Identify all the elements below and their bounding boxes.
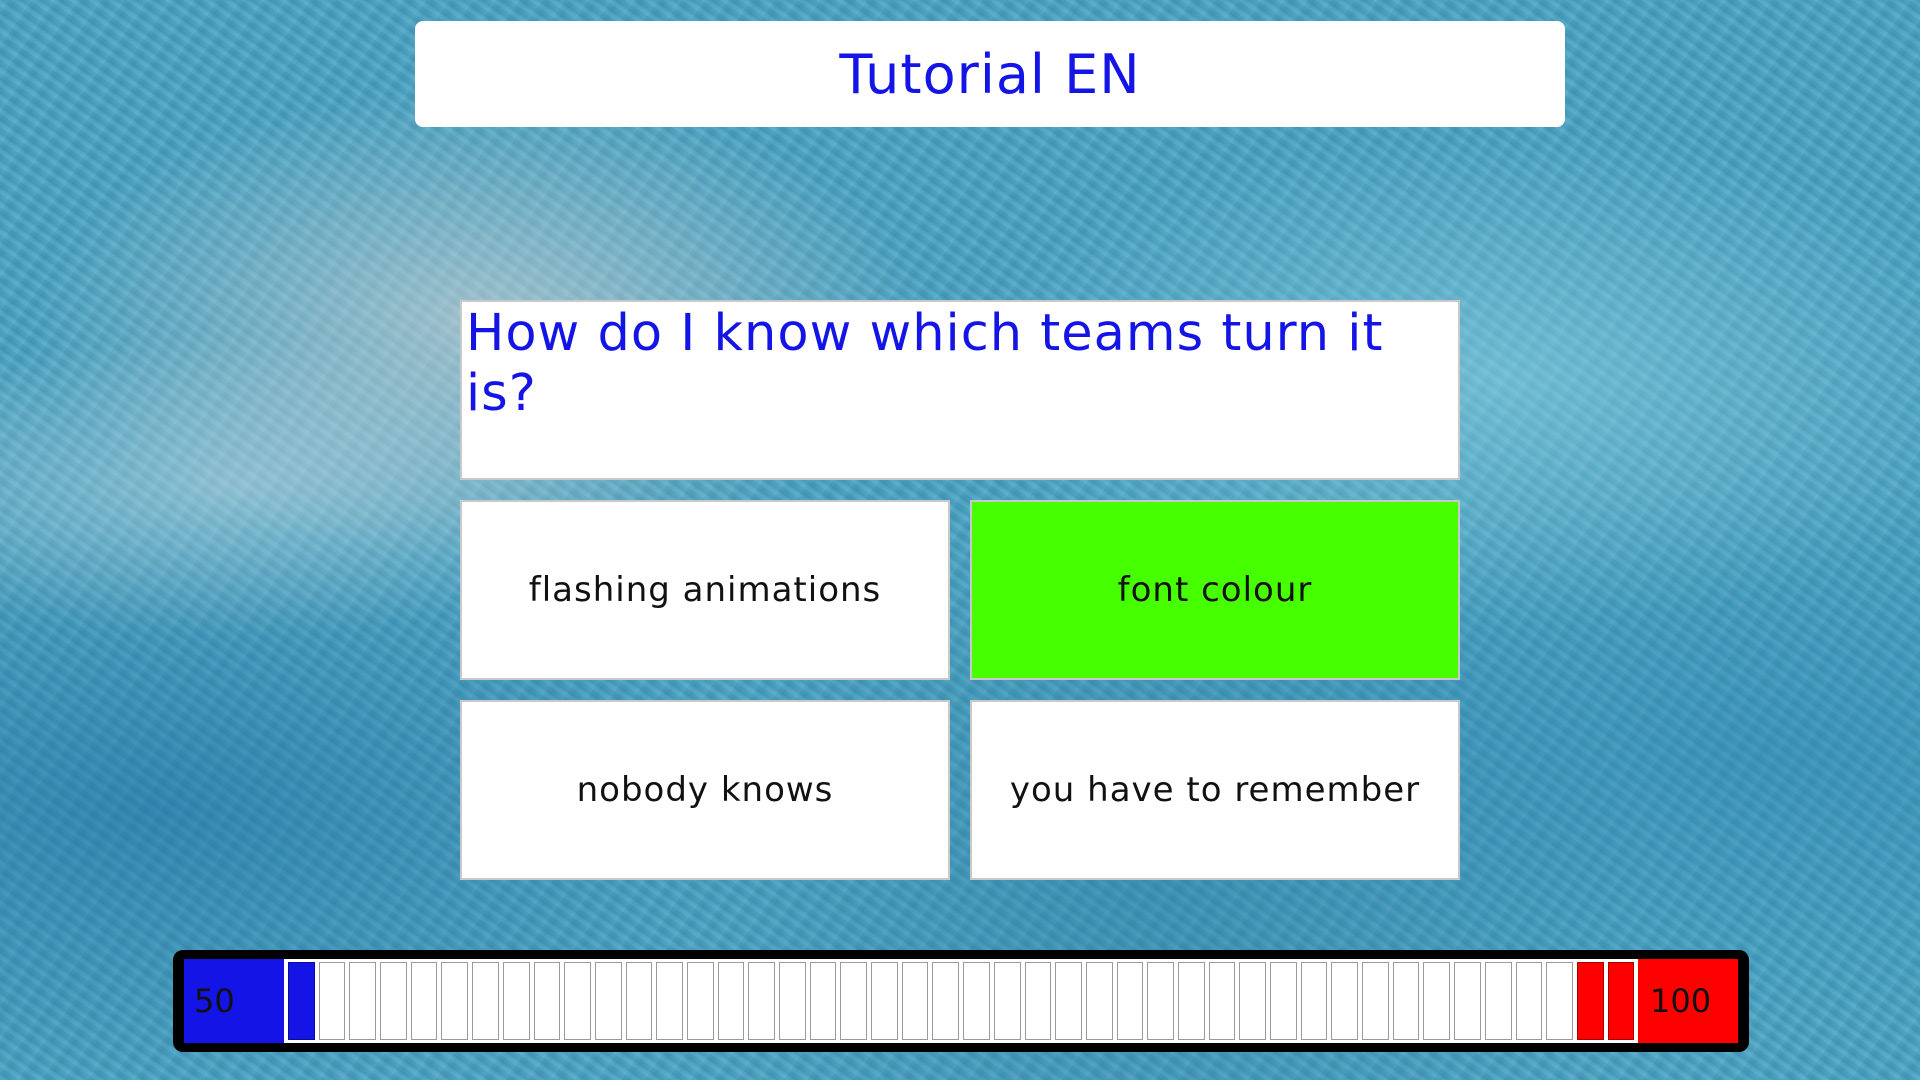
blue-team-score: 50 <box>184 959 284 1043</box>
progress-cell <box>472 962 499 1040</box>
progress-cell <box>901 962 929 1040</box>
progress-cell <box>1515 962 1543 1040</box>
progress-cell <box>1085 962 1113 1040</box>
progress-cell <box>1392 962 1420 1040</box>
progress-cell <box>349 962 377 1040</box>
progress-cell <box>1147 962 1174 1040</box>
red-team-score: 100 <box>1638 959 1738 1043</box>
progress-cell <box>318 962 346 1040</box>
progress-cell <box>533 962 561 1040</box>
progress-cell <box>1024 962 1052 1040</box>
progress-cell <box>1055 962 1082 1040</box>
progress-cell <box>1607 962 1635 1040</box>
progress-cell <box>1116 962 1144 1040</box>
question-panel: How do I know which teams turn it is? <box>460 300 1460 480</box>
progress-cell <box>840 962 868 1040</box>
page-title: Tutorial EN <box>839 42 1141 106</box>
progress-cell <box>594 962 622 1040</box>
progress-cell <box>748 962 775 1040</box>
progress-cell <box>1331 962 1359 1040</box>
progress-cell <box>809 962 837 1040</box>
title-banner: Tutorial EN <box>415 21 1565 127</box>
progress-cell <box>380 962 407 1040</box>
progress-cell <box>1423 962 1451 1040</box>
progress-cell <box>963 962 990 1040</box>
answer-button-1[interactable]: flashing animations <box>460 500 950 680</box>
progress-cell <box>1454 962 1481 1040</box>
progress-cell <box>1484 962 1512 1040</box>
progress-cell <box>993 962 1021 1040</box>
progress-cell <box>1239 962 1266 1040</box>
progress-cell <box>502 962 530 1040</box>
score-bar: 50 100 <box>173 950 1749 1052</box>
progress-cell <box>1300 962 1328 1040</box>
progress-cell <box>441 962 469 1040</box>
question-text: How do I know which teams turn it is? <box>466 304 1384 423</box>
progress-cell <box>871 962 898 1040</box>
progress-cell <box>1362 962 1389 1040</box>
progress-cell <box>1546 962 1573 1040</box>
progress-cell <box>288 962 315 1040</box>
answer-button-3[interactable]: nobody knows <box>460 700 950 880</box>
answer-button-2[interactable]: font colour <box>970 500 1460 680</box>
answer-button-4[interactable]: you have to remember <box>970 700 1460 880</box>
progress-cell <box>1270 962 1297 1040</box>
progress-cell <box>564 962 591 1040</box>
progress-cell <box>1177 962 1205 1040</box>
progress-cell <box>410 962 438 1040</box>
progress-cell <box>1576 962 1604 1040</box>
progress-cell <box>1208 962 1236 1040</box>
progress-cell <box>686 962 714 1040</box>
progress-cell <box>932 962 960 1040</box>
progress-track <box>284 959 1638 1043</box>
progress-cell <box>717 962 745 1040</box>
progress-cell <box>625 962 653 1040</box>
progress-cell <box>656 962 683 1040</box>
progress-cell <box>779 962 806 1040</box>
